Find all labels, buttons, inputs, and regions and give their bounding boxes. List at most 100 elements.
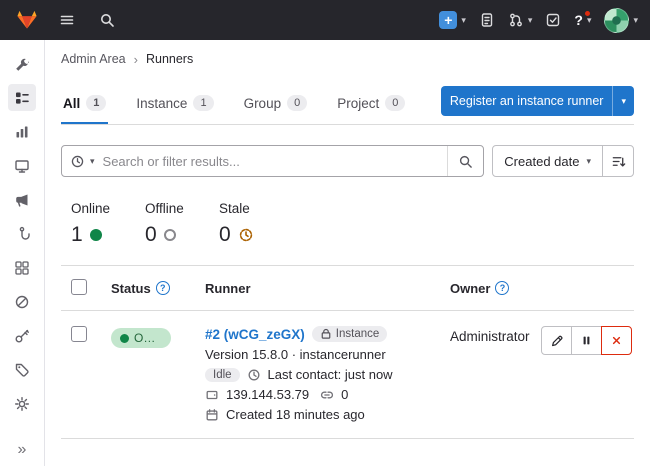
row-checkbox[interactable] [71,326,87,342]
header-status: Status ? [111,281,205,296]
stat-online: Online 1 [71,201,119,247]
lock-icon [320,328,332,340]
sidebar-item-messages[interactable] [8,186,36,213]
issues-icon [479,12,495,28]
stat-offline-value: 0 [145,223,157,247]
register-instance-runner-button[interactable]: Register an instance runner ▾ [441,86,634,116]
history-clock-icon [70,154,85,169]
runner-owner[interactable]: Administrator [450,329,530,344]
issues-button[interactable] [479,12,495,28]
pause-icon [580,334,593,347]
sidebar-item-monitoring[interactable] [8,152,36,179]
filter-row: ▾ Created date ▾ [61,145,634,177]
row-checkbox-cell [61,326,111,347]
link-icon [320,388,334,402]
gitlab-admin-runners-page: + ▾ ▾ ? [0,0,650,466]
select-all-checkbox[interactable] [71,279,87,295]
tab-instance[interactable]: Instance 1 [134,82,215,124]
chevron-down-icon: ▾ [633,16,638,25]
header-owner: Owner ? [450,281,534,296]
slash-circle-icon [14,294,30,310]
sidebar-item-system-hooks[interactable] [8,220,36,247]
sidebar-item-labels[interactable] [8,356,36,383]
sidebar-item-deploy-keys[interactable] [8,322,36,349]
gear-icon [14,396,30,412]
stale-clock-icon [238,227,254,243]
chevron-down-icon: ▾ [586,157,591,166]
sidebar-item-abuse-reports[interactable] [8,288,36,315]
sidebar-item-analytics[interactable] [8,118,36,145]
runner-type-label: Instance [336,328,379,340]
row-status-cell: Online [111,326,205,348]
stat-online-value: 1 [71,223,83,247]
breadcrumb: Admin Area › Runners [61,40,634,78]
online-dot-icon [120,334,129,343]
tab-all-count: 1 [86,95,106,111]
search-icon [99,12,115,28]
sort-descending-icon [611,154,626,169]
navbar-right: + ▾ ▾ ? [439,8,638,33]
runner-version: Version 15.8.0 · instancerunner [205,347,386,362]
owner-header-label: Owner [450,281,490,296]
tab-project-label: Project [337,96,379,111]
top-navbar: + ▾ ▾ ? [0,0,650,40]
sidebar-item-applications[interactable] [8,254,36,281]
delete-runner-button[interactable] [601,326,632,355]
chevron-down-icon[interactable]: ▾ [613,97,634,106]
search-input[interactable] [103,154,448,169]
new-menu-dropdown[interactable]: + ▾ [439,11,466,29]
status-badge-label: Online [134,331,162,345]
todo-check-icon [545,12,561,28]
sort-by-dropdown[interactable]: Created date ▾ [492,145,603,177]
pause-runner-button[interactable] [571,326,602,355]
sidebar-item-settings[interactable] [8,390,36,417]
runner-status-stats: Online 1 Offline 0 Stale 0 [61,201,634,265]
status-badge: Online [111,328,171,348]
sort-direction-button[interactable] [602,145,634,177]
sidebar-item-overview[interactable] [8,50,36,77]
tab-project[interactable]: Project 0 [335,82,407,124]
status-help-icon[interactable]: ? [156,281,170,295]
runner-table-row: Online #2 (wCG_zeGX) Instance [61,311,634,439]
clock-icon [247,368,261,382]
sidebar-collapse-button[interactable]: » [18,442,27,458]
overview-list-icon [14,90,30,106]
stat-stale-value: 0 [219,223,231,247]
main-content: Admin Area › Runners All 1 Instance 1 Gr… [45,40,650,466]
row-runner-cell: #2 (wCG_zeGX) Instance Version 15.8.0 · … [205,326,450,422]
todo-list-button[interactable] [545,12,561,28]
offline-status-icon [164,229,176,241]
help-dropdown[interactable]: ? ▾ [574,13,591,27]
merge-requests-dropdown[interactable]: ▾ [508,12,533,28]
tab-group-count: 0 [287,95,307,111]
wrench-icon [14,56,30,72]
runner-type-tabs: All 1 Instance 1 Group 0 Project 0 Regis… [61,82,634,125]
breadcrumb-admin-area[interactable]: Admin Area [61,52,126,66]
sort-button-group: Created date ▾ [492,145,634,177]
chevron-down-icon: ▾ [528,16,533,25]
edit-runner-button[interactable] [541,326,572,355]
hamburger-menu-button[interactable] [52,6,82,34]
plus-icon: + [439,11,457,29]
chevron-down-icon: ▾ [90,157,95,166]
search-button[interactable] [92,6,122,34]
tab-group[interactable]: Group 0 [242,82,310,124]
sidebar-item-runners[interactable] [8,84,36,111]
tab-project-count: 0 [385,95,405,111]
tab-all[interactable]: All 1 [61,82,108,124]
owner-help-icon[interactable]: ? [495,281,509,295]
search-submit-button[interactable] [447,146,483,176]
user-avatar [604,8,629,33]
stat-stale-label: Stale [219,201,267,216]
gitlab-logo[interactable] [12,6,42,34]
user-menu-dropdown[interactable]: ▾ [604,8,638,33]
tab-instance-count: 1 [193,95,213,111]
runner-project-count: 0 [341,387,348,402]
search-history-dropdown[interactable]: ▾ [62,154,103,169]
filtered-search-box: ▾ [61,145,484,177]
runner-link[interactable]: #2 (wCG_zeGX) [205,327,305,342]
row-owner-cell: Administrator [450,326,534,344]
breadcrumb-separator-icon: › [134,52,138,67]
monitor-icon [14,158,30,174]
runner-created-text: Created 18 minutes ago [226,407,365,422]
